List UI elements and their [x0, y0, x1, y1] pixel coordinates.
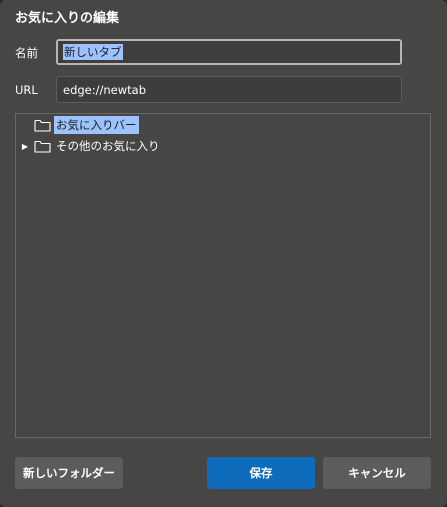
cancel-button[interactable]: キャンセル	[323, 457, 431, 489]
expand-arrow-icon[interactable]: ▶	[18, 142, 32, 151]
new-folder-button[interactable]: 新しいフォルダー	[15, 457, 123, 489]
edit-favorite-dialog: お気に入りの編集 名前 新しいタブ URL edge://newtab お気に入…	[0, 0, 447, 507]
tree-item-label: その他のお気に入り	[56, 139, 160, 153]
url-input[interactable]: edge://newtab	[56, 76, 402, 103]
name-label: 名前	[15, 46, 38, 60]
dialog-title: お気に入りの編集	[15, 11, 120, 26]
save-button[interactable]: 保存	[207, 457, 315, 489]
url-label: URL	[15, 83, 38, 97]
tree-item-other-favorites[interactable]: ▶ その他のお気に入り	[16, 136, 162, 156]
name-input-value: 新しいタブ	[63, 44, 123, 60]
folder-tree[interactable]: お気に入りバー ▶ その他のお気に入り	[15, 113, 431, 438]
url-input-value: edge://newtab	[63, 82, 146, 97]
folder-icon	[34, 140, 51, 153]
folder-icon	[34, 119, 51, 132]
tree-item-favorites-bar[interactable]: お気に入りバー	[16, 115, 139, 135]
tree-item-label: お気に入りバー	[54, 116, 139, 134]
name-input[interactable]: 新しいタブ	[56, 39, 402, 65]
